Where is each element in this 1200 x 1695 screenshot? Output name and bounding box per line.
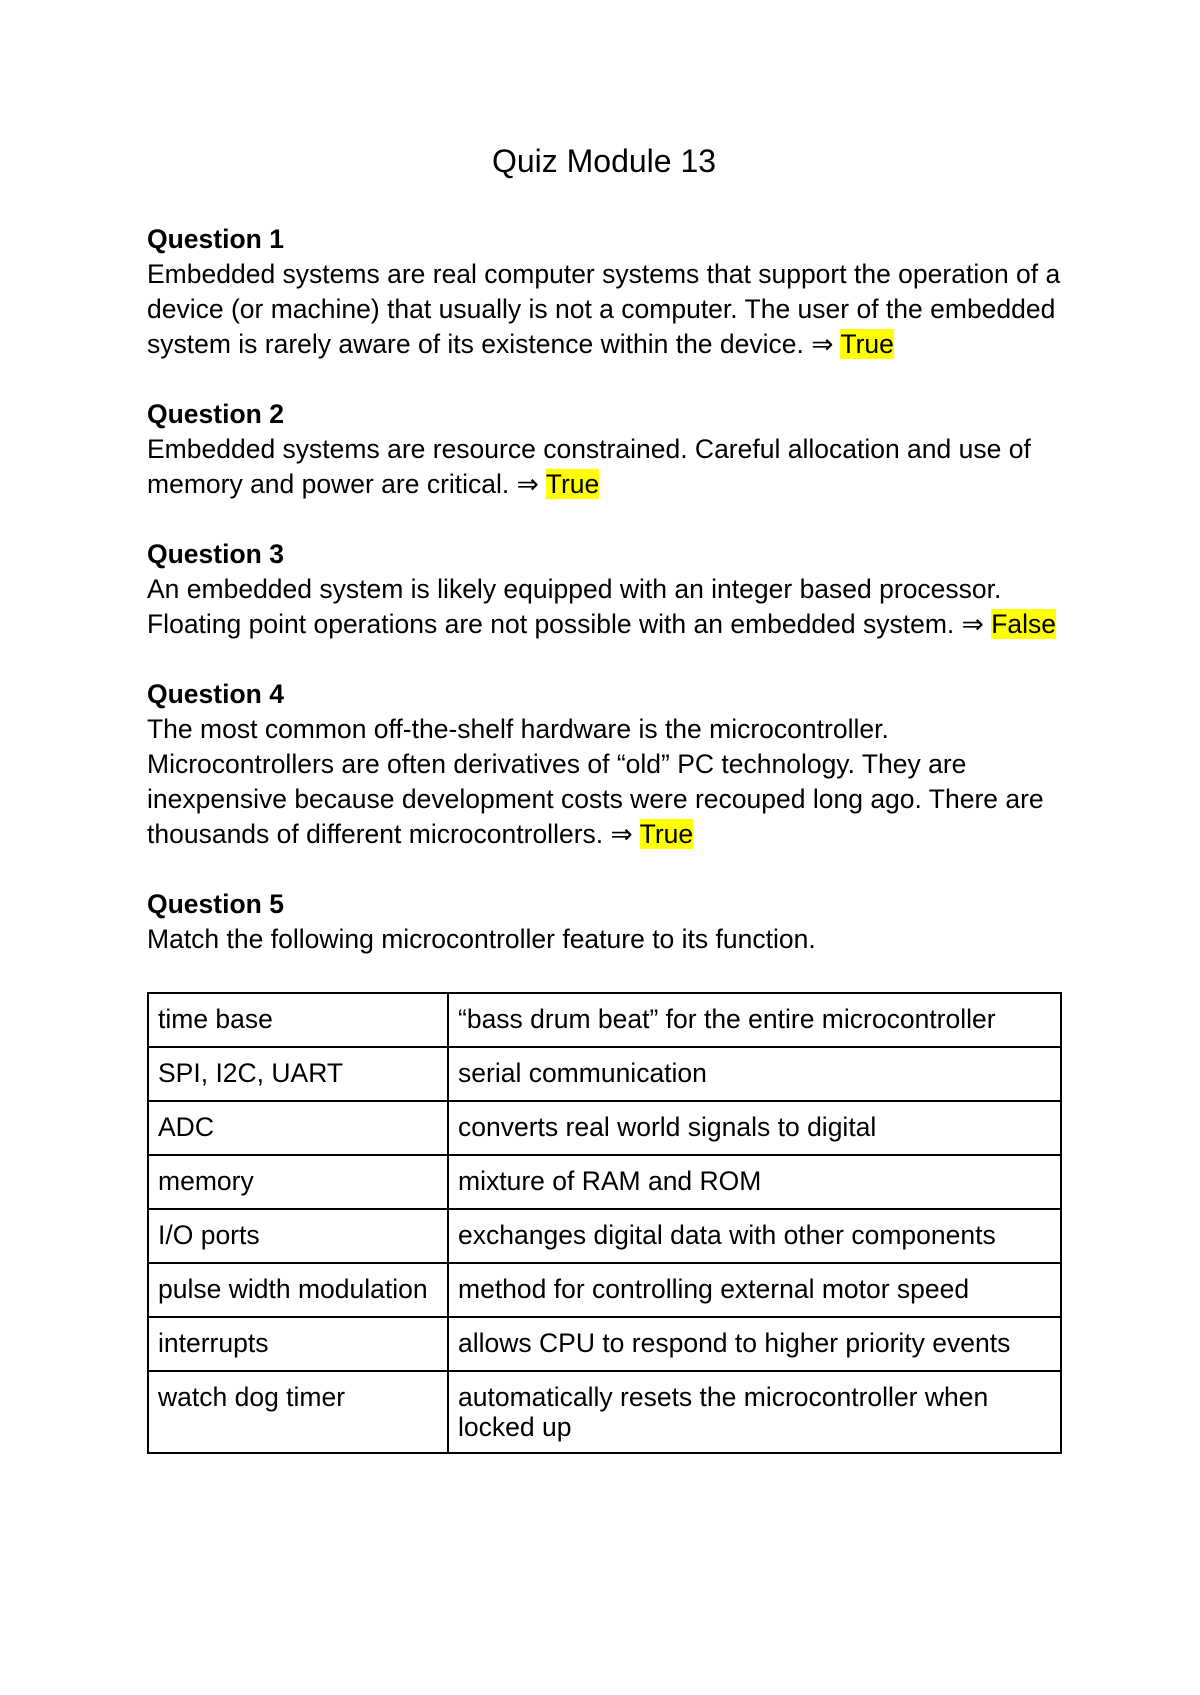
page-title: Quiz Module 13 (491, 143, 717, 179)
feature-cell: memory (147, 1154, 449, 1210)
question-text: Embedded systems are real computer syste… (147, 257, 1077, 362)
function-cell: “bass drum beat” for the entire microcon… (447, 992, 1062, 1048)
answer-highlight: True (840, 329, 894, 359)
question-2: Question 2 Embedded systems are resource… (147, 397, 1077, 502)
function-cell: automatically resets the microcontroller… (447, 1370, 1062, 1454)
question-heading: Question 3 (147, 539, 284, 569)
function-cell: mixture of RAM and ROM (447, 1154, 1062, 1210)
feature-cell: time base (147, 992, 449, 1048)
feature-cell: ADC (147, 1100, 449, 1156)
table-row: pulse width modulation method for contro… (147, 1262, 1062, 1318)
question-body: An embedded system is likely equipped wi… (147, 574, 1002, 639)
table-row: watch dog timer automatically resets the… (147, 1370, 1062, 1454)
question-body: Embedded systems are real computer syste… (147, 259, 1061, 359)
function-cell: converts real world signals to digital (447, 1100, 1062, 1156)
function-cell: exchanges digital data with other compon… (447, 1208, 1062, 1264)
arrow-icon: ⇒ (961, 609, 984, 639)
answer-highlight: False (991, 609, 1057, 639)
function-cell: serial communication (447, 1046, 1062, 1102)
table-row: I/O ports exchanges digital data with ot… (147, 1208, 1062, 1264)
function-cell: method for controlling external motor sp… (447, 1262, 1062, 1318)
question-heading: Question 1 (147, 224, 284, 254)
table-row: interrupts allows CPU to respond to high… (147, 1316, 1062, 1372)
table-row: time base “bass drum beat” for the entir… (147, 992, 1062, 1048)
function-cell: allows CPU to respond to higher priority… (447, 1316, 1062, 1372)
question-text: An embedded system is likely equipped wi… (147, 572, 1077, 642)
question-body: The most common off-the-shelf hardware i… (147, 714, 1044, 849)
answer-highlight: True (545, 469, 600, 499)
answer-highlight: True (639, 819, 694, 849)
table-row: ADC converts real world signals to digit… (147, 1100, 1062, 1156)
question-heading: Question 5 (147, 889, 284, 919)
question-4: Question 4 The most common off-the-shelf… (147, 677, 1077, 852)
question-heading: Question 2 (147, 399, 284, 429)
question-1: Question 1 Embedded systems are real com… (147, 222, 1077, 362)
question-heading: Question 4 (147, 679, 284, 709)
feature-cell: SPI, I2C, UART (147, 1046, 449, 1102)
questions-section: Question 1 Embedded systems are real com… (147, 222, 1077, 992)
table-row: memory mixture of RAM and ROM (147, 1154, 1062, 1210)
question-text: Embedded systems are resource constraine… (147, 432, 1077, 502)
question-5: Question 5 Match the following microcont… (147, 887, 1077, 957)
arrow-icon: ⇒ (610, 819, 633, 849)
table-row: SPI, I2C, UART serial communication (147, 1046, 1062, 1102)
feature-cell: pulse width modulation (147, 1262, 449, 1318)
question-3: Question 3 An embedded system is likely … (147, 537, 1077, 642)
arrow-icon: ⇒ (811, 329, 834, 359)
arrow-icon: ⇒ (516, 469, 539, 499)
feature-cell: watch dog timer (147, 1370, 449, 1454)
question-text: The most common off-the-shelf hardware i… (147, 712, 1077, 852)
question-text: Match the following microcontroller feat… (147, 924, 816, 954)
matching-table: time base “bass drum beat” for the entir… (147, 992, 1062, 1454)
feature-cell: I/O ports (147, 1208, 449, 1264)
feature-cell: interrupts (147, 1316, 449, 1372)
